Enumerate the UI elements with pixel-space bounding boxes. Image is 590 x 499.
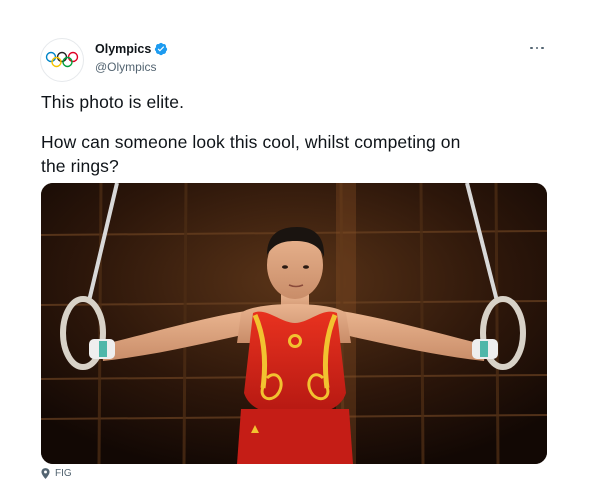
avatar[interactable] (40, 38, 84, 82)
location-pin-icon (41, 468, 50, 479)
author-display-name[interactable]: Olympics (95, 43, 151, 56)
author-name-row: Olympics (95, 42, 168, 56)
tweet-text-line-2: How can someone look this cool, whilst c… (41, 132, 461, 152)
tweet-text-line-3: the rings? (41, 156, 119, 176)
tweet-media-photo[interactable] (41, 183, 547, 464)
verified-badge-icon (155, 42, 168, 56)
media-attribution-label[interactable]: FIG (55, 468, 72, 479)
author-block: Olympics @Olympics (95, 42, 168, 73)
author-handle[interactable]: @Olympics (95, 61, 168, 73)
media-attribution: FIG (41, 468, 72, 479)
olympic-rings-icon (45, 51, 79, 68)
more-dots-icon (530, 46, 533, 50)
tweet-text-line-1: This photo is elite. (41, 92, 185, 112)
tweet: Olympics @Olympics This photo is elite. … (0, 0, 590, 499)
gymnast-photo (41, 183, 547, 464)
more-options-button[interactable] (526, 40, 548, 56)
